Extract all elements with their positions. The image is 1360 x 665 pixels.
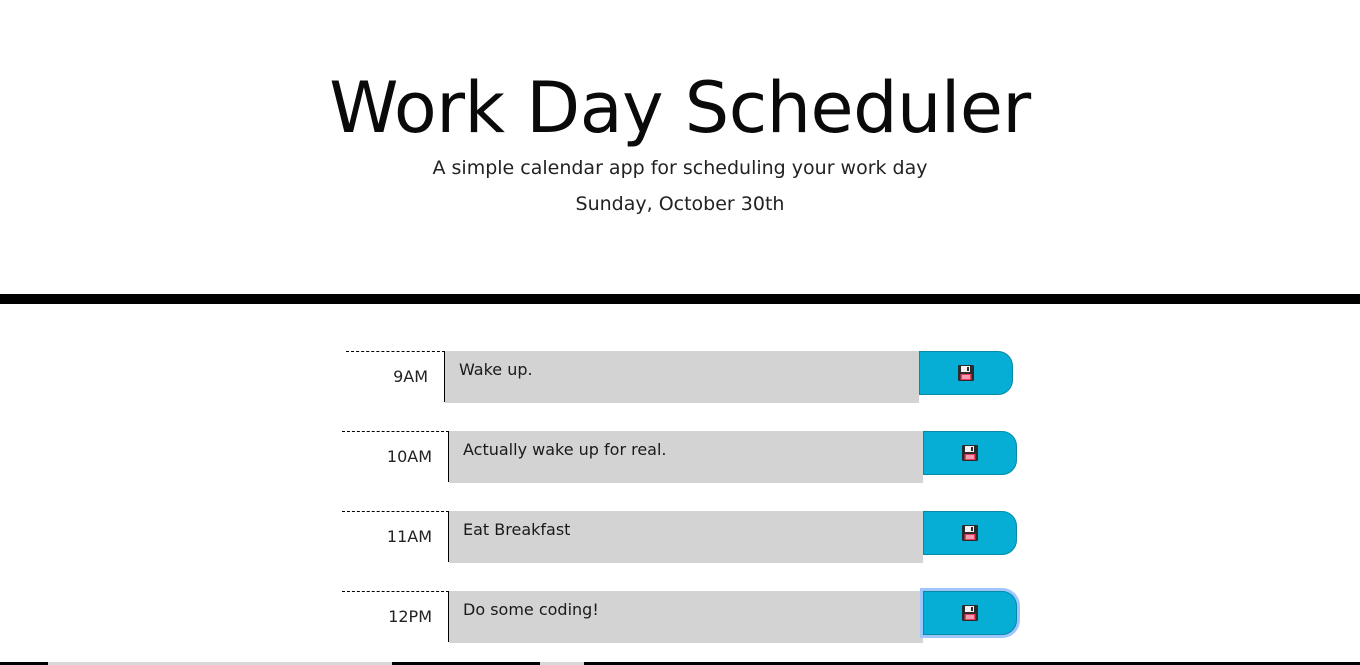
description-textarea[interactable]: Eat Breakfast xyxy=(449,511,923,563)
floppy-disk-icon xyxy=(961,524,979,542)
floppy-disk-icon xyxy=(961,444,979,462)
save-button[interactable] xyxy=(923,591,1017,635)
header-divider xyxy=(0,294,1360,304)
time-block-row: 10AM Actually wake up for real. xyxy=(342,431,1020,483)
current-date: Sunday, October 30th xyxy=(575,193,785,215)
time-block-row: 9AM Wake up. xyxy=(346,351,1016,403)
page-title: Work Day Scheduler xyxy=(329,67,1031,149)
time-block-row: 11AM Eat Breakfast xyxy=(342,511,1020,563)
time-block-row: 12PM Do some coding! xyxy=(342,591,1020,643)
hour-label: 12PM xyxy=(342,591,449,642)
floppy-disk-icon xyxy=(957,364,975,382)
save-button[interactable] xyxy=(923,431,1017,475)
hour-label: 9AM xyxy=(346,351,445,402)
save-button[interactable] xyxy=(923,511,1017,555)
description-textarea[interactable]: Do some coding! xyxy=(449,591,923,643)
description-textarea[interactable]: Wake up. xyxy=(445,351,919,403)
floppy-disk-icon xyxy=(961,604,979,622)
description-textarea[interactable]: Actually wake up for real. xyxy=(449,431,923,483)
hour-label: 10AM xyxy=(342,431,449,482)
header: Work Day Scheduler A simple calendar app… xyxy=(0,0,1360,294)
save-button[interactable] xyxy=(919,351,1013,395)
page-subtitle: A simple calendar app for scheduling you… xyxy=(432,157,928,179)
hour-label: 11AM xyxy=(342,511,449,562)
